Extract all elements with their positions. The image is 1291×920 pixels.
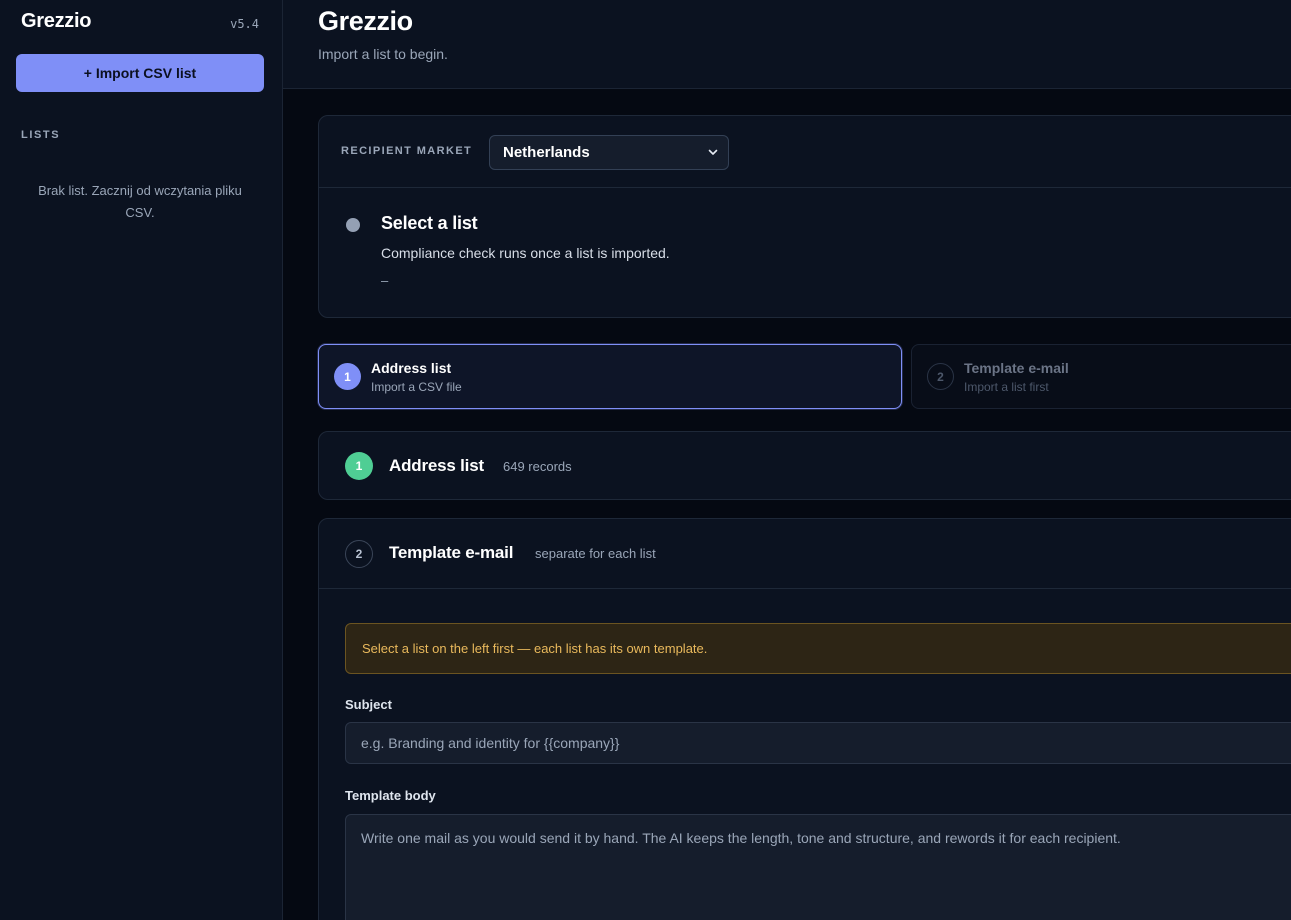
- status-title: Select a list: [381, 213, 478, 233]
- status-detail: –: [381, 273, 389, 288]
- market-row: RECIPIENT MARKET Netherlands: [319, 116, 1291, 188]
- lists-section-title: LISTS: [21, 129, 61, 141]
- subject-input[interactable]: [345, 722, 1291, 764]
- step-subtitle: Import a CSV file: [371, 380, 462, 394]
- sidebar-brand: Grezzio: [21, 10, 92, 32]
- address-list-section[interactable]: 1 Address list 649 records: [318, 431, 1291, 500]
- status-dot-icon: [346, 218, 360, 232]
- template-body-label: Template body: [345, 788, 436, 803]
- section-title: Template e-mail: [389, 543, 514, 562]
- template-email-section: 2 Template e-mail separate for each list…: [318, 518, 1291, 920]
- version-label: v5.4: [230, 17, 259, 31]
- step-address-list[interactable]: 1 Address list Import a CSV file: [318, 344, 902, 409]
- step-number: 1: [334, 363, 361, 390]
- section-meta: separate for each list: [535, 546, 656, 561]
- warning-banner: Select a list on the left first — each l…: [345, 623, 1291, 674]
- step-title: Template e-mail: [964, 360, 1069, 376]
- section-title: Address list: [389, 456, 484, 475]
- market-card: RECIPIENT MARKET Netherlands Select a li…: [318, 115, 1291, 318]
- market-label: RECIPIENT MARKET: [341, 145, 473, 157]
- template-body-textarea[interactable]: [345, 814, 1291, 920]
- step-title: Address list: [371, 360, 452, 376]
- page-subtitle: Import a list to begin.: [318, 46, 448, 62]
- sidebar: Grezzio v5.4 + Import CSV list LISTS Bra…: [0, 0, 283, 920]
- page-title: Grezzio: [318, 6, 413, 36]
- chevron-down-icon: [708, 149, 718, 155]
- section-number-badge: 1: [345, 452, 373, 480]
- step-template-email[interactable]: 2 Template e-mail Import a list first: [911, 344, 1291, 409]
- template-section-header[interactable]: 2 Template e-mail separate for each list: [319, 519, 1291, 589]
- market-select[interactable]: Netherlands: [489, 135, 729, 170]
- status-description: Compliance check runs once a list is imp…: [381, 245, 670, 261]
- record-count: 649 records: [503, 459, 572, 474]
- lists-empty-state: Brak list. Zacznij od wczytania pliku CS…: [38, 183, 242, 220]
- market-selected-value: Netherlands: [503, 144, 590, 161]
- subject-label: Subject: [345, 697, 392, 712]
- section-number-badge: 2: [345, 540, 373, 568]
- step-subtitle: Import a list first: [964, 380, 1049, 394]
- import-csv-button[interactable]: + Import CSV list: [16, 54, 264, 92]
- page-header: Grezzio Import a list to begin.: [283, 0, 1291, 89]
- step-number: 2: [927, 363, 954, 390]
